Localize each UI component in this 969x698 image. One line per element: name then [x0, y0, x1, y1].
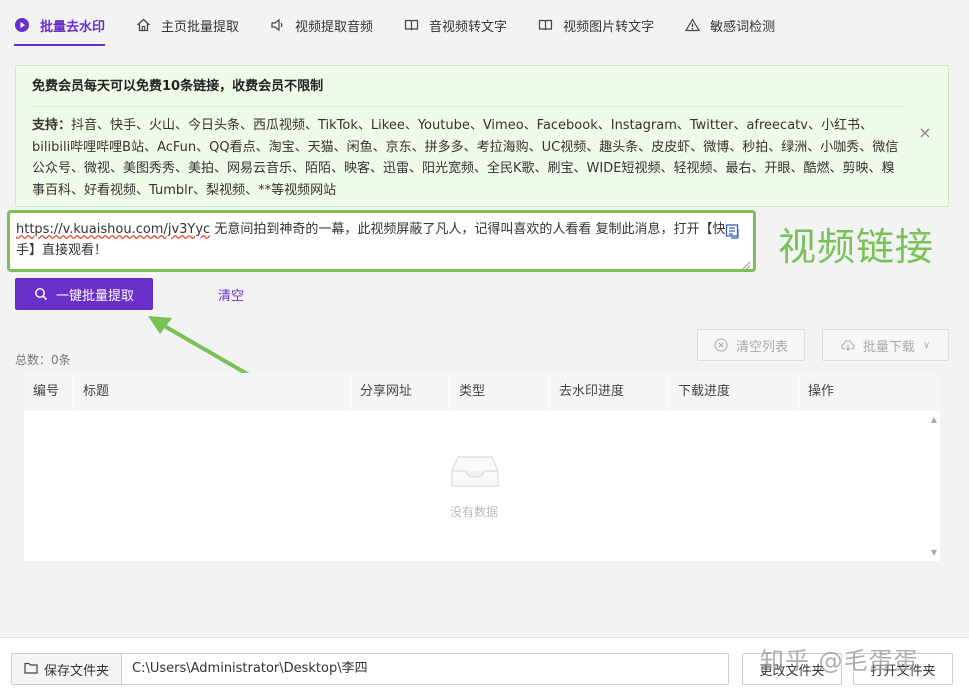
link-text[interactable]: https://v.kuaishou.com/jv3Yyc 无意间拍到神奇的一幕…	[16, 219, 726, 261]
tab-label: 批量去水印	[40, 19, 106, 35]
clear-list-button[interactable]: 清空列表	[697, 329, 805, 361]
folder-path[interactable]: C:\Users\Administrator\Desktop\李四	[122, 654, 728, 684]
empty-inbox-icon	[450, 453, 500, 489]
link-url: https://v.kuaishou.com/jv3Yyc	[16, 222, 211, 237]
home-icon	[135, 17, 151, 33]
support-label: 支持：	[32, 118, 72, 133]
close-circle-icon	[714, 338, 728, 352]
tab-label: 主页批量提取	[161, 19, 240, 35]
column-header[interactable]: 编号	[24, 373, 74, 411]
tab-label: 视频图片转文字	[563, 19, 655, 35]
scroll-down-icon[interactable]: ▼	[931, 548, 937, 557]
empty-text: 没有数据	[449, 505, 498, 519]
tab-av-to-text[interactable]: 音视频转文字	[403, 0, 507, 50]
folder-icon	[24, 662, 38, 676]
tab-sensitive-word[interactable]: 敏感词检测	[684, 0, 775, 50]
paste-icon[interactable]	[725, 223, 741, 239]
clear-list-label: 清空列表	[735, 339, 788, 355]
tab-image-to-text[interactable]: 视频图片转文字	[537, 0, 654, 50]
book-icon	[403, 17, 419, 33]
batch-download-button[interactable]: 批量下载 ∨	[822, 329, 949, 361]
play-circle-icon	[14, 17, 30, 33]
table-header: 编号 标题 分享网址 类型 去水印进度 下载进度 操作	[24, 373, 940, 411]
divider	[32, 106, 906, 107]
column-header[interactable]: 标题	[74, 373, 351, 411]
resize-grip-icon[interactable]	[742, 258, 751, 270]
tab-bar: 批量去水印 主页批量提取 视频提取音频 音视频转文字 视频图片转文字 敏感词检测	[0, 0, 969, 52]
column-header[interactable]: 分享网址	[351, 373, 450, 411]
warning-icon	[684, 17, 700, 33]
notice-title: 免费会员每天可以免费10条链接，收费会员不限制	[32, 79, 324, 94]
column-header[interactable]: 类型	[450, 373, 550, 411]
supported-sites: 支持：抖音、快手、火山、今日头条、西瓜视频、TikTok、Likee、Youtu…	[32, 115, 902, 201]
batch-download-label: 批量下载	[862, 339, 915, 355]
chevron-down-icon: ∨	[922, 339, 931, 351]
scroll-up-icon[interactable]: ▲	[931, 415, 937, 424]
tab-label: 音视频转文字	[429, 19, 508, 35]
results-table: 编号 标题 分享网址 类型 去水印进度 下载进度 操作 没有数据 ▲ ▼	[24, 373, 940, 561]
annotation-label: 视频链接	[778, 225, 935, 269]
notice-panel: 免费会员每天可以免费10条链接，收费会员不限制 支持：抖音、快手、火山、今日头条…	[15, 65, 949, 207]
column-header[interactable]: 下载进度	[669, 373, 799, 411]
support-list: 抖音、快手、火山、今日头条、西瓜视频、TikTok、Likee、Youtube、…	[32, 118, 899, 198]
column-header[interactable]: 操作	[799, 373, 940, 411]
total-count: 总数：0条	[15, 353, 71, 367]
tab-label: 视频提取音频	[295, 19, 374, 35]
clear-link[interactable]: 清空	[218, 285, 244, 304]
speaker-icon	[269, 17, 285, 33]
extract-button-label: 一键批量提取	[55, 288, 134, 304]
book-icon	[537, 17, 553, 33]
watermark: 知乎 @毛蛋蛋	[760, 647, 919, 675]
close-icon[interactable]: ×	[918, 125, 932, 141]
column-header[interactable]: 去水印进度	[550, 373, 669, 411]
tab-homepage-extract[interactable]: 主页批量提取	[135, 0, 239, 50]
tab-batch-watermark[interactable]: 批量去水印	[14, 0, 106, 50]
tab-label: 敏感词检测	[710, 19, 776, 35]
video-link-input[interactable]: https://v.kuaishou.com/jv3Yyc 无意间拍到神奇的一幕…	[7, 210, 756, 272]
search-icon	[34, 287, 48, 301]
cloud-download-icon	[841, 338, 855, 352]
batch-extract-button[interactable]: 一键批量提取	[15, 278, 153, 310]
tab-extract-audio[interactable]: 视频提取音频	[269, 0, 373, 50]
save-folder-button[interactable]: 保存文件夹	[12, 654, 122, 684]
folder-path-field[interactable]: 保存文件夹 C:\Users\Administrator\Desktop\李四	[11, 653, 729, 685]
save-folder-label: 保存文件夹	[43, 663, 109, 679]
table-body: 没有数据 ▲ ▼	[24, 411, 940, 561]
